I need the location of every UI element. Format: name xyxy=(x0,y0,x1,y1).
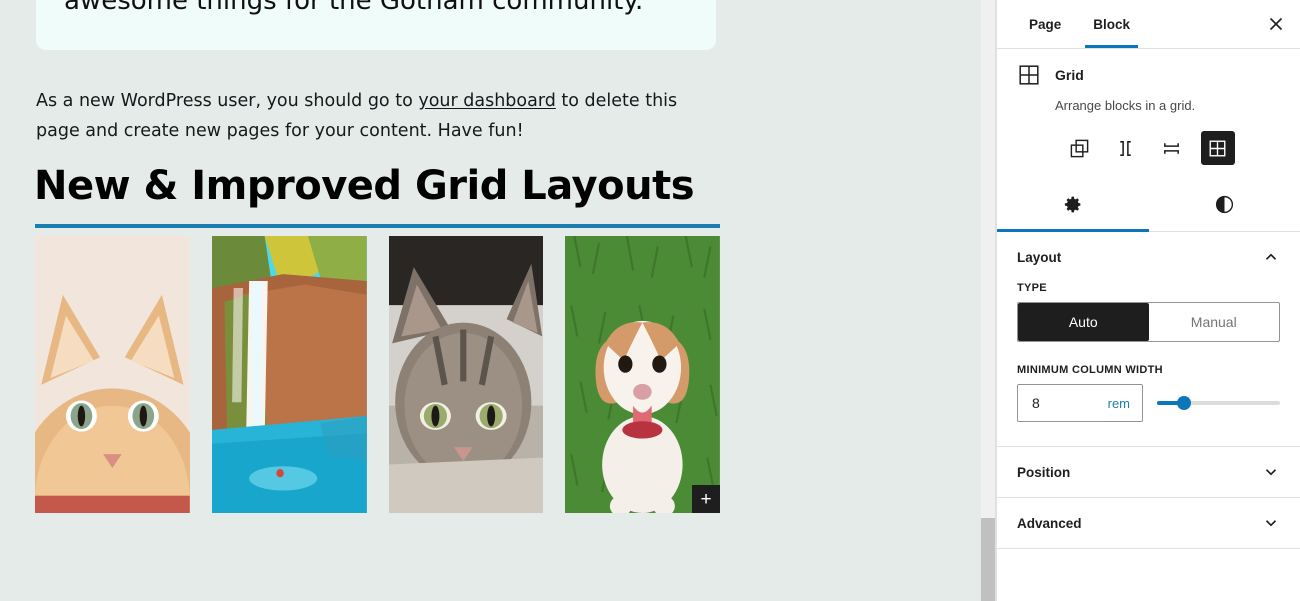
panel-layout-header[interactable]: Layout xyxy=(997,232,1300,282)
sidebar-icon-tabs xyxy=(997,183,1300,232)
dog-illustration xyxy=(565,236,720,513)
grid-variation-icon[interactable] xyxy=(1200,131,1235,165)
intro-cover-card[interactable]: awesome things for the Gotham community. xyxy=(36,0,716,50)
grid-image-cat-tabby[interactable] xyxy=(388,236,544,513)
block-description: Arrange blocks in a grid. xyxy=(1055,98,1196,113)
grid-icon xyxy=(1017,63,1041,87)
min-column-width-value: 8 xyxy=(1032,395,1040,411)
panel-advanced: Advanced xyxy=(997,498,1300,549)
editor-canvas: awesome things for the Gotham community.… xyxy=(0,0,981,601)
heading-separator xyxy=(35,224,720,228)
grid-block[interactable]: + xyxy=(35,236,720,513)
grid-image-dog[interactable]: + xyxy=(565,236,720,513)
tab-block[interactable]: Block xyxy=(1077,0,1146,48)
chevron-down-icon[interactable] xyxy=(1262,514,1280,532)
dashboard-link[interactable]: your dashboard xyxy=(418,91,556,111)
block-title: Grid xyxy=(1055,67,1084,83)
column-icon[interactable] xyxy=(1155,131,1189,165)
canvas-scrollbar[interactable] xyxy=(981,0,996,601)
panel-layout-body: TYPE Auto Manual MINIMUM COLUMN WIDTH 8 … xyxy=(997,282,1300,446)
panel-position: Position xyxy=(997,447,1300,498)
paragraph-text-before: As a new WordPress user, you should go t… xyxy=(36,91,419,111)
min-column-width-input[interactable]: 8 rem xyxy=(1017,384,1143,422)
page-heading[interactable]: New & Improved Grid Layouts xyxy=(34,162,695,210)
chevron-up-icon[interactable] xyxy=(1262,248,1280,266)
tab-page[interactable]: Page xyxy=(1013,0,1077,48)
type-field-label: TYPE xyxy=(1017,282,1047,294)
cat-orange-illustration xyxy=(35,236,190,513)
stack-icon[interactable] xyxy=(1063,131,1097,165)
grid-image-waterfall[interactable] xyxy=(211,236,367,513)
block-header: Grid xyxy=(1017,63,1280,87)
layout-type-toggle: Auto Manual xyxy=(1017,302,1280,342)
panel-position-title: Position xyxy=(1017,464,1071,480)
block-editor-screen: awesome things for the Gotham community.… xyxy=(0,0,1300,601)
gear-icon xyxy=(1062,194,1083,220)
chevron-down-icon[interactable] xyxy=(1262,463,1280,481)
panel-advanced-header[interactable]: Advanced xyxy=(997,498,1300,548)
scrollbar-thumb[interactable] xyxy=(981,518,995,601)
row-icon[interactable] xyxy=(1109,131,1143,165)
contrast-icon xyxy=(1214,194,1235,220)
min-column-width-label: MINIMUM COLUMN WIDTH xyxy=(1017,364,1163,376)
intro-cover-text: awesome things for the Gotham community. xyxy=(64,0,644,16)
unit-select[interactable]: rem xyxy=(1108,396,1130,411)
waterfall-illustration xyxy=(211,236,367,513)
panel-advanced-title: Advanced xyxy=(1017,515,1082,531)
block-info-card: Grid Arrange blocks in a grid. xyxy=(997,49,1300,173)
layout-type-manual[interactable]: Manual xyxy=(1149,303,1280,341)
min-column-width-row: 8 rem xyxy=(1017,384,1280,422)
panel-position-header[interactable]: Position xyxy=(997,447,1300,497)
panel-layout: Layout TYPE Auto Manual MINIMUM COLUMN W… xyxy=(997,232,1300,447)
styles-tab[interactable] xyxy=(1149,183,1300,231)
grid-image-cat-orange[interactable] xyxy=(35,236,190,513)
layout-type-auto[interactable]: Auto xyxy=(1018,303,1149,341)
cat-tabby-illustration xyxy=(388,236,544,513)
sidebar-tabbar: Page Block xyxy=(997,0,1300,49)
block-variations xyxy=(1017,131,1280,169)
block-settings-sidebar: Page Block Grid Arrange blocks in a grid… xyxy=(996,0,1300,601)
grid-appender-button[interactable]: + xyxy=(692,485,720,513)
close-icon[interactable] xyxy=(1262,10,1290,38)
slider-thumb[interactable] xyxy=(1177,396,1192,410)
settings-tab[interactable] xyxy=(997,183,1149,232)
min-column-width-slider[interactable] xyxy=(1157,384,1280,422)
intro-paragraph[interactable]: As a new WordPress user, you should go t… xyxy=(36,86,706,146)
panel-layout-title: Layout xyxy=(1017,249,1062,265)
